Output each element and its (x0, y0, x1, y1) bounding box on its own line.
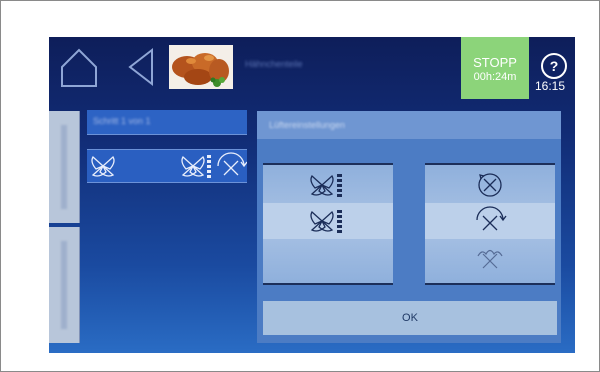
fan-speed-icon (181, 155, 205, 177)
fan-direction-option-2[interactable] (425, 203, 555, 239)
fan-rotation-icon (478, 173, 502, 197)
side-tab-2[interactable] (49, 227, 80, 343)
back-arrow-icon[interactable] (127, 47, 155, 87)
fan-speed-icon (310, 210, 342, 233)
home-icon[interactable] (59, 45, 99, 89)
top-bar: Hähnchenteile STOPP 00h:24m ? 16:15 (49, 37, 575, 99)
fan-direction-option-3[interactable] (425, 241, 555, 277)
stop-label: STOPP (473, 55, 517, 70)
help-icon[interactable]: ? (541, 53, 567, 79)
fan-setting-row[interactable] (87, 149, 248, 183)
program-thumbnail (169, 45, 233, 89)
stop-button[interactable]: STOPP 00h:24m (461, 37, 529, 99)
remaining-time: 00h:24m (473, 71, 517, 83)
fan-direction-option-1[interactable] (425, 167, 555, 203)
ok-button[interactable]: OK (263, 301, 557, 335)
fan-speed-option-3[interactable] (263, 241, 393, 277)
step-header: Schritt 1 von 1 (87, 110, 247, 135)
fan-settings-dialog: Lüftereinstellungen OK (257, 111, 561, 343)
oven-display: Hähnchenteile STOPP 00h:24m ? 16:15 Schr… (49, 37, 575, 353)
fan-direction-panel (425, 163, 555, 285)
side-tab-2-label (61, 241, 67, 329)
step-title: Schritt 1 von 1 (93, 116, 151, 126)
speed-level-bars (207, 155, 211, 178)
fan-pulse-icon (477, 249, 503, 269)
side-tab-1[interactable] (49, 111, 80, 223)
fan-speed-option-1[interactable] (263, 167, 393, 203)
fan-direction-icon (476, 206, 507, 231)
dialog-title-bar: Lüftereinstellungen (257, 111, 561, 139)
fan-setting-icons (91, 152, 248, 178)
fan-speed-panel (263, 163, 393, 285)
side-tab-1-label (61, 125, 67, 209)
fan-direction-icon (217, 152, 248, 176)
chicken-image (169, 45, 233, 89)
fan-icon (91, 155, 115, 177)
device-frame: Hähnchenteile STOPP 00h:24m ? 16:15 Schr… (0, 0, 600, 372)
fan-speed-option-2[interactable] (263, 203, 393, 239)
clock: 16:15 (535, 79, 566, 93)
fan-speed-icon (310, 174, 342, 197)
program-name: Hähnchenteile (245, 59, 303, 69)
dialog-title: Lüftereinstellungen (269, 120, 346, 130)
